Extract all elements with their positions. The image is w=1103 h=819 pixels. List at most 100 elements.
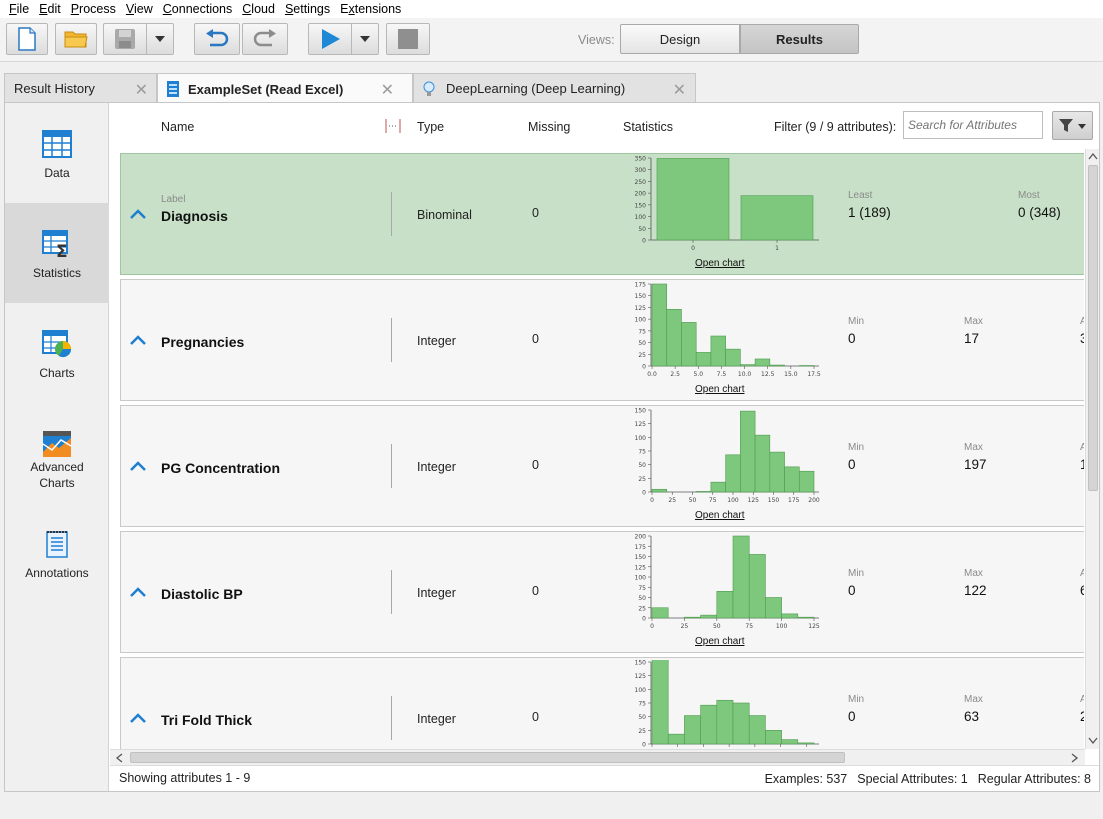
histogram-bar <box>666 309 682 367</box>
sidebar-label: Statistics <box>32 266 81 280</box>
histogram-bar <box>784 466 800 493</box>
distribution-chart[interactable]: 0 25 50 75 100 125 150 0 25 50 75 100 125 150 175 200 <box>619 408 829 508</box>
sidebar-item-annotations[interactable]: Annotations <box>5 503 109 603</box>
sidebar-item-data[interactable]: Data <box>5 103 109 203</box>
missing-count: 0 <box>532 584 539 598</box>
horizontal-scrollbar[interactable] <box>110 749 1085 765</box>
close-icon[interactable]: ✕ <box>381 80 394 100</box>
vertical-scroll-thumb[interactable] <box>1088 165 1098 491</box>
histogram-bar <box>732 535 750 619</box>
stat-label: Min <box>848 316 865 327</box>
distribution-chart[interactable]: 0 25 50 75 100 125 150 175 0.0 2.5 5.0 7.5 10.0 12.5 1… <box>619 282 829 382</box>
save-disk-icon <box>115 29 135 49</box>
scroll-right-icon[interactable] <box>1071 753 1079 763</box>
menu-item[interactable]: Extensions <box>335 2 406 16</box>
stop-icon <box>398 29 418 49</box>
attribute-row[interactable]: Tri Fold ThickInteger0Open chartMin0Max6… <box>120 657 1084 749</box>
y-tick-label: 50 <box>638 462 646 469</box>
collapse-chevron-icon[interactable] <box>130 209 146 219</box>
attribute-row[interactable]: Diastolic BP Integer 0 Open chart Min 0 Max 122… <box>120 531 1084 653</box>
attribute-role: Label <box>161 194 186 205</box>
scroll-left-icon[interactable] <box>115 753 123 763</box>
menu-item[interactable]: View <box>121 2 158 16</box>
column-header-missing[interactable]: Missing <box>528 120 570 134</box>
y-tick-label: 0 <box>642 616 646 623</box>
design-view-button[interactable]: Design <box>620 24 740 54</box>
run-button[interactable] <box>308 23 352 55</box>
missing-count: 0 <box>532 332 539 346</box>
save-button[interactable] <box>103 23 147 55</box>
open-chart-link[interactable]: Open chart <box>695 510 744 521</box>
undo-button[interactable] <box>194 23 240 55</box>
close-icon[interactable]: ✕ <box>135 80 148 100</box>
menu-item[interactable]: Settings <box>280 2 335 16</box>
attribute-row[interactable]: Pregnancies Integer 0 Open chart Min 0 Max 17 A 3… <box>120 279 1084 401</box>
column-header-type[interactable]: Type <box>417 120 444 134</box>
menu-item[interactable]: Process <box>66 2 121 16</box>
tab-deeplearning[interactable]: DeepLearning (Deep Learning) ✕ <box>413 73 696 103</box>
x-tick-label: 25 <box>668 497 676 504</box>
open-chart-link[interactable]: Open chart <box>695 258 744 269</box>
open-chart-link[interactable]: Open chart <box>695 384 744 395</box>
sidebar-item-statistics[interactable]: Σ Statistics <box>5 203 109 303</box>
stat-label: Min <box>848 442 865 453</box>
tab-result-history[interactable]: Result History ✕ <box>4 73 157 103</box>
chart-bar <box>740 195 814 241</box>
x-tick-label: 1 <box>775 245 779 252</box>
results-view-button[interactable]: Results <box>740 24 859 54</box>
collapse-chevron-icon[interactable] <box>130 713 146 723</box>
collapse-chevron-icon[interactable] <box>130 461 146 471</box>
views-label: Views: <box>578 33 615 47</box>
column-resize-icon[interactable] <box>384 119 402 133</box>
open-chart-link[interactable]: Open chart <box>695 636 744 647</box>
attribute-row[interactable]: PG Concentration Integer 0 Open chart Min 0 Ma… <box>120 405 1084 527</box>
column-header-statistics[interactable]: Statistics <box>623 120 673 134</box>
stat-value: 0 (348) <box>1018 205 1061 220</box>
histogram-bar <box>681 322 697 367</box>
exampleset-icon <box>167 81 179 97</box>
column-header-name[interactable]: Name <box>161 120 194 134</box>
lightbulb-icon <box>423 81 435 96</box>
scroll-up-icon[interactable] <box>1088 152 1098 160</box>
statistics-header: Name Type Missing Statistics Filter (9 /… <box>110 103 1099 149</box>
scroll-down-icon[interactable] <box>1088 737 1098 745</box>
save-dropdown-button[interactable] <box>146 23 174 55</box>
y-tick-label: 175 <box>635 282 647 289</box>
menu-item[interactable]: File <box>4 2 34 16</box>
horizontal-scroll-thumb[interactable] <box>130 752 845 763</box>
stop-button[interactable] <box>386 23 430 55</box>
menu-item[interactable]: Edit <box>34 2 66 16</box>
stat-value: 6 <box>1080 583 1084 598</box>
redo-button[interactable] <box>242 23 288 55</box>
chart-bar <box>656 158 730 241</box>
menu-item[interactable]: Cloud <box>237 2 280 16</box>
menu-text: iew <box>134 2 153 16</box>
y-tick-label: 100 <box>635 214 647 221</box>
distribution-chart[interactable]: 0 50 100 150 200 250 300 350 0 1 <box>619 156 829 256</box>
new-process-button[interactable] <box>6 23 48 55</box>
distribution-chart[interactable]: 02550751001251500102030405060 <box>619 660 829 749</box>
stat-label: Max <box>964 694 983 705</box>
histogram-bar <box>710 481 726 493</box>
filter-button[interactable] <box>1052 111 1093 140</box>
x-tick-label: 2.5 <box>670 371 680 378</box>
search-attributes-input[interactable] <box>903 111 1043 139</box>
histogram-bar <box>732 702 750 745</box>
collapse-chevron-icon[interactable] <box>130 335 146 345</box>
distribution-chart[interactable]: 0 25 50 75 100 125 150 175 200 0 25 50 75 100 125 <box>619 534 829 634</box>
menu-mnemonic: C <box>162 2 172 16</box>
x-tick-label: 25 <box>681 623 689 630</box>
tab-label: DeepLearning (Deep Learning) <box>446 81 626 96</box>
redo-icon <box>253 29 276 47</box>
collapse-chevron-icon[interactable] <box>130 587 146 597</box>
run-dropdown-button[interactable] <box>351 23 379 55</box>
sidebar-item-charts[interactable]: Charts <box>5 303 109 403</box>
stat-value: 2 <box>1080 709 1084 724</box>
open-process-button[interactable] <box>55 23 97 55</box>
tab-exampleset[interactable]: ExampleSet (Read Excel) ✕ <box>157 73 413 104</box>
sidebar-item-advanced-charts[interactable]: Advanced Charts <box>5 403 109 503</box>
close-icon[interactable]: ✕ <box>673 80 686 100</box>
menu-item[interactable]: Connections <box>158 2 238 16</box>
vertical-scrollbar[interactable] <box>1085 149 1099 749</box>
attribute-row[interactable]: Label Diagnosis Binominal 0 Open chart Least 1… <box>120 153 1084 275</box>
